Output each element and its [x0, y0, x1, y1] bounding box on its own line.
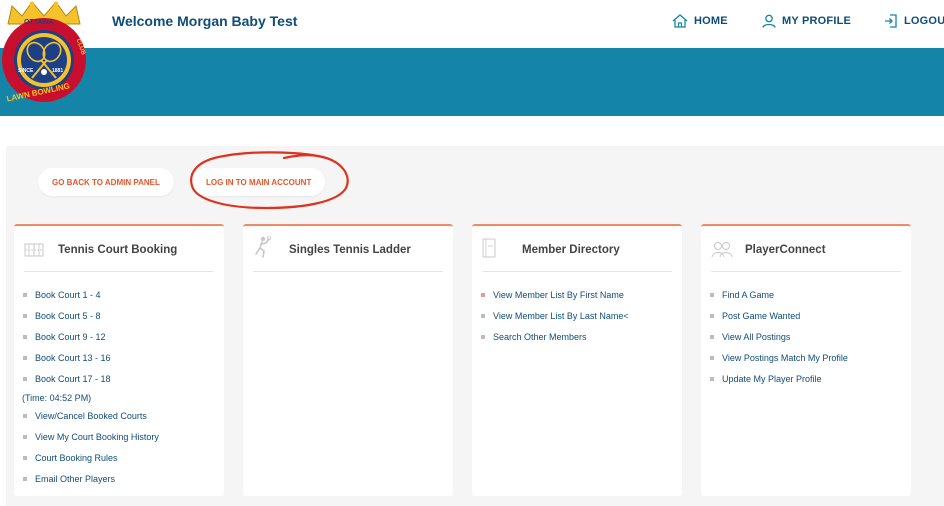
card-playerconnect: PlayerConnect Find A Game Post Game Want…	[701, 224, 911, 496]
list-item[interactable]: Find A Game	[709, 284, 905, 305]
home-icon	[672, 14, 688, 28]
card-header: Tennis Court Booking	[24, 238, 214, 272]
logo-year-text: 1881	[52, 68, 64, 74]
link-label[interactable]: View All Postings	[722, 332, 790, 342]
court-icon	[24, 243, 44, 257]
card-links: Find A Game Post Game Wanted View All Po…	[709, 284, 905, 389]
link-label[interactable]: Find A Game	[722, 290, 774, 300]
bullet	[23, 292, 27, 297]
card-header: PlayerConnect	[711, 238, 901, 272]
link-label[interactable]: Search Other Members	[493, 332, 587, 342]
card-singles-tennis-ladder: Singles Tennis Ladder	[243, 224, 453, 496]
card-header: Singles Tennis Ladder	[253, 236, 443, 272]
bullet	[710, 292, 714, 297]
directory-book-icon	[482, 238, 496, 258]
bullet	[481, 292, 485, 297]
bullet	[23, 334, 27, 339]
go-back-admin-button[interactable]: GO BACK TO ADMIN PANEL	[38, 168, 174, 196]
bullet	[710, 376, 714, 381]
bullet	[23, 313, 27, 318]
current-time-text: (Time: 04:52 PM)	[22, 393, 92, 403]
list-item[interactable]: Book Court 13 - 16	[22, 347, 218, 368]
link-label[interactable]: Book Court 1 - 4	[35, 290, 101, 300]
bullet	[710, 334, 714, 339]
link-label[interactable]: View/Cancel Booked Courts	[35, 411, 147, 421]
list-item[interactable]: View/Cancel Booked Courts	[22, 405, 218, 426]
link-label[interactable]: Book Court 9 - 12	[35, 332, 106, 342]
list-item[interactable]: View All Postings	[709, 326, 905, 347]
bullet	[23, 413, 27, 418]
card-links: Book Court 1 - 4 Book Court 5 - 8 Book C…	[22, 284, 218, 489]
card-title: Member Directory	[522, 244, 620, 256]
card-links: View Member List By First Name View Memb…	[480, 284, 676, 347]
tennis-player-icon	[255, 236, 271, 258]
bullet	[710, 355, 714, 360]
bullet	[23, 355, 27, 360]
card-tennis-court-booking: Tennis Court Booking Book Court 1 - 4 Bo…	[14, 224, 224, 496]
list-item[interactable]: Post Game Wanted	[709, 305, 905, 326]
card-title: PlayerConnect	[745, 244, 826, 256]
bullet	[481, 313, 485, 318]
players-icon	[711, 242, 733, 258]
link-label[interactable]: View My Court Booking History	[35, 432, 159, 442]
card-member-directory: Member Directory View Member List By Fir…	[472, 224, 682, 496]
link-label[interactable]: Court Booking Rules	[35, 453, 118, 463]
card-header: Member Directory	[482, 238, 672, 272]
list-item[interactable]: View My Court Booking History	[22, 426, 218, 447]
bullet	[23, 434, 27, 439]
link-label[interactable]: Email Other Players	[35, 474, 115, 484]
card-title: Tennis Court Booking	[58, 244, 178, 256]
list-item[interactable]: Email Other Players	[22, 468, 218, 489]
list-item[interactable]: View Member List By First Name	[480, 284, 676, 305]
list-item[interactable]: View Member List By Last Name<	[480, 305, 676, 326]
link-label[interactable]: View Member List By Last Name<	[493, 311, 629, 321]
link-label[interactable]: Book Court 13 - 16	[35, 353, 111, 363]
nav-logout-label: LOGOU	[904, 15, 944, 27]
nav-logout[interactable]: LOGOU	[884, 14, 944, 28]
list-item[interactable]: Update My Player Profile	[709, 368, 905, 389]
nav-home-label: HOME	[694, 15, 728, 27]
list-item[interactable]: View Postings Match My Profile	[709, 347, 905, 368]
card-title: Singles Tennis Ladder	[289, 244, 411, 256]
logo-top-text: OTTAWA	[24, 19, 54, 26]
bullet	[23, 376, 27, 381]
welcome-text: Welcome Morgan Baby Test	[112, 13, 298, 29]
hand-drawn-circle-annotation	[190, 151, 349, 210]
header-band	[0, 48, 944, 116]
bullet	[23, 455, 27, 460]
logout-icon	[885, 14, 897, 28]
nav-my-profile-label: MY PROFILE	[782, 15, 852, 27]
list-item[interactable]: Search Other Members	[480, 326, 676, 347]
list-item[interactable]: Book Court 5 - 8	[22, 305, 218, 326]
link-label[interactable]: View Postings Match My Profile	[722, 353, 848, 363]
link-label[interactable]: Update My Player Profile	[722, 374, 822, 384]
bullet	[710, 313, 714, 318]
nav-home[interactable]: HOME	[672, 14, 728, 28]
user-icon	[762, 14, 776, 28]
logo-since-text: SINCE	[18, 68, 34, 74]
link-label[interactable]: Book Court 17 - 18	[35, 374, 111, 384]
bullet	[23, 476, 27, 481]
link-label[interactable]: Post Game Wanted	[722, 311, 800, 321]
list-item[interactable]: Book Court 9 - 12	[22, 326, 218, 347]
link-label[interactable]: Book Court 5 - 8	[35, 311, 101, 321]
list-item[interactable]: Book Court 17 - 18	[22, 368, 218, 389]
link-label[interactable]: View Member List By First Name	[493, 290, 624, 300]
club-logo[interactable]: OTTAWA SINCE 1881 LAWN BOWLING CLUB	[0, 0, 90, 105]
list-item[interactable]: Book Court 1 - 4	[22, 284, 218, 305]
bullet	[481, 334, 485, 339]
list-item[interactable]: Court Booking Rules	[22, 447, 218, 468]
top-bar: Welcome Morgan Baby Test HOME MY PROFILE…	[0, 0, 944, 48]
nav-my-profile[interactable]: MY PROFILE	[762, 14, 851, 28]
